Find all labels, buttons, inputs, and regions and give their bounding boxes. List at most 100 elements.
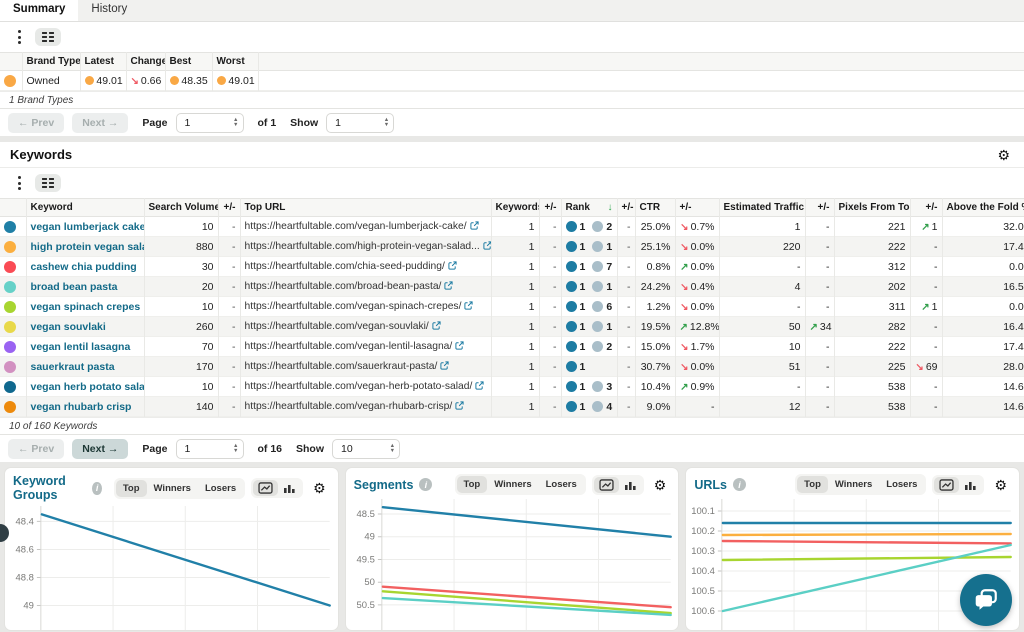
- stepper-arrows-icon[interactable]: ▲▼: [233, 118, 238, 127]
- line-chart-icon[interactable]: [934, 477, 959, 493]
- info-icon[interactable]: i: [733, 478, 746, 491]
- pixels-delta-cell: -: [910, 377, 942, 397]
- prev-button[interactable]: ← Prev: [8, 113, 64, 133]
- pixels-delta-cell: -: [910, 337, 942, 357]
- filter-top-button[interactable]: Top: [116, 480, 147, 497]
- column-header[interactable]: Worst: [212, 53, 258, 71]
- page-number-input[interactable]: 1▲▼: [176, 113, 244, 133]
- pixels-from-top-cell: 225: [834, 357, 910, 377]
- top-url-link[interactable]: https://heartfultable.com/broad-bean-pas…: [240, 277, 491, 297]
- keyword-row: vegan lentil lasagna 70 - https://heartf…: [0, 337, 1024, 357]
- column-header[interactable]: +/-: [675, 199, 719, 217]
- column-header[interactable]: Top URL: [240, 199, 491, 217]
- filter-losers-button[interactable]: Losers: [879, 476, 924, 493]
- top-url-link[interactable]: https://heartfultable.com/high-protein-v…: [240, 237, 491, 257]
- gear-icon[interactable]: ⚙: [650, 476, 671, 494]
- bar-chart-icon[interactable]: [278, 480, 301, 496]
- series-color-dot: [4, 261, 16, 273]
- top-url-link[interactable]: https://heartfultable.com/vegan-lentil-l…: [240, 337, 491, 357]
- keyword-link[interactable]: high protein vegan salad: [26, 237, 144, 257]
- top-url-link[interactable]: https://heartfultable.com/chia-seed-pudd…: [240, 257, 491, 277]
- series-color-dot: [4, 75, 16, 87]
- more-options-icon[interactable]: [16, 28, 23, 46]
- filter-losers-button[interactable]: Losers: [198, 480, 243, 497]
- estimated-traffic-cell: -: [719, 297, 805, 317]
- filter-winners-button[interactable]: Winners: [828, 476, 879, 493]
- top-url-link[interactable]: https://heartfultable.com/vegan-souvlaki…: [240, 317, 491, 337]
- top-url-link[interactable]: https://heartfultable.com/vegan-lumberja…: [240, 217, 491, 237]
- gear-icon[interactable]: ⚙: [993, 146, 1014, 164]
- stepper-arrows-icon[interactable]: ▲▼: [390, 444, 395, 453]
- keywords-count-cell: 1: [491, 397, 539, 417]
- ctr-delta-cell: ↗0.9%: [675, 377, 719, 397]
- columns-icon: [42, 32, 54, 43]
- column-header[interactable]: +/-: [617, 199, 635, 217]
- keyword-link[interactable]: sauerkraut pasta: [26, 357, 144, 377]
- filter-winners-button[interactable]: Winners: [147, 480, 198, 497]
- gear-icon[interactable]: ⚙: [990, 476, 1011, 494]
- info-icon[interactable]: i: [92, 482, 101, 495]
- filter-winners-button[interactable]: Winners: [487, 476, 538, 493]
- column-header[interactable]: +/-: [910, 199, 942, 217]
- column-header[interactable]: Estimated Traffic: [719, 199, 805, 217]
- bar-chart-icon[interactable]: [959, 477, 982, 493]
- column-header[interactable]: Search Volume: [144, 199, 218, 217]
- column-header[interactable]: +/-: [539, 199, 561, 217]
- prev-button[interactable]: ← Prev: [8, 439, 64, 459]
- keyword-link[interactable]: cashew chia pudding: [26, 257, 144, 277]
- column-header[interactable]: Rank↓: [561, 199, 617, 217]
- keywords-count-cell: 1: [491, 237, 539, 257]
- page-number-input[interactable]: 1▲▼: [176, 439, 244, 459]
- search-volume-cell: 10: [144, 217, 218, 237]
- next-button[interactable]: Next →: [72, 113, 128, 133]
- info-icon[interactable]: i: [419, 478, 432, 491]
- column-header[interactable]: Brand Type: [22, 53, 80, 71]
- column-header[interactable]: CTR: [635, 199, 675, 217]
- gear-icon[interactable]: ⚙: [309, 479, 330, 497]
- top-url-link[interactable]: https://heartfultable.com/vegan-spinach-…: [240, 297, 491, 317]
- pixels-delta-cell: -: [910, 237, 942, 257]
- keyword-link[interactable]: vegan spinach crepes: [26, 297, 144, 317]
- filter-top-button[interactable]: Top: [797, 476, 828, 493]
- column-header[interactable]: Best: [165, 53, 212, 71]
- traffic-delta-value: -: [826, 241, 830, 253]
- estimated-traffic-cell: 12: [719, 397, 805, 417]
- tab-summary[interactable]: Summary: [0, 0, 78, 21]
- top-url-link[interactable]: https://heartfultable.com/sauerkraut-pas…: [240, 357, 491, 377]
- next-button[interactable]: Next →: [72, 439, 128, 459]
- column-header[interactable]: Above the Fold %: [942, 199, 1024, 217]
- show-count-input[interactable]: 10▲▼: [332, 439, 400, 459]
- column-header[interactable]: Change: [126, 53, 165, 71]
- sort-descending-icon[interactable]: ↓: [608, 202, 613, 213]
- stepper-arrows-icon[interactable]: ▲▼: [233, 444, 238, 453]
- pixels-delta-cell: -: [910, 277, 942, 297]
- show-count-input[interactable]: 1▲▼: [326, 113, 394, 133]
- keywords-delta-cell: -: [539, 277, 561, 297]
- line-chart-icon[interactable]: [594, 477, 619, 493]
- filter-losers-button[interactable]: Losers: [539, 476, 584, 493]
- bar-chart-icon[interactable]: [619, 477, 642, 493]
- tab-history[interactable]: History: [78, 0, 140, 21]
- column-header[interactable]: +/-: [218, 199, 240, 217]
- keyword-link[interactable]: vegan rhubarb crisp: [26, 397, 144, 417]
- column-header[interactable]: +/-: [805, 199, 834, 217]
- stepper-arrows-icon[interactable]: ▲▼: [384, 118, 389, 127]
- column-settings-button[interactable]: [35, 28, 61, 47]
- column-header[interactable]: [0, 199, 26, 217]
- column-header[interactable]: Pixels From Top: [834, 199, 910, 217]
- chat-widget-button[interactable]: [960, 574, 1012, 626]
- filter-top-button[interactable]: Top: [457, 476, 488, 493]
- top-url-link[interactable]: https://heartfultable.com/vegan-herb-pot…: [240, 377, 491, 397]
- column-header[interactable]: Keyword: [26, 199, 144, 217]
- keyword-link[interactable]: vegan lentil lasagna: [26, 337, 144, 357]
- keyword-link[interactable]: vegan souvlaki: [26, 317, 144, 337]
- keyword-link[interactable]: vegan herb potato salad: [26, 377, 144, 397]
- line-chart-icon[interactable]: [253, 480, 278, 496]
- keyword-link[interactable]: broad bean pasta: [26, 277, 144, 297]
- column-header[interactable]: Latest: [80, 53, 126, 71]
- column-header[interactable]: Keywords: [491, 199, 539, 217]
- keyword-link[interactable]: vegan lumberjack cake: [26, 217, 144, 237]
- top-url-link[interactable]: https://heartfultable.com/vegan-rhubarb-…: [240, 397, 491, 417]
- more-options-icon[interactable]: [16, 174, 23, 192]
- column-settings-button[interactable]: [35, 174, 61, 193]
